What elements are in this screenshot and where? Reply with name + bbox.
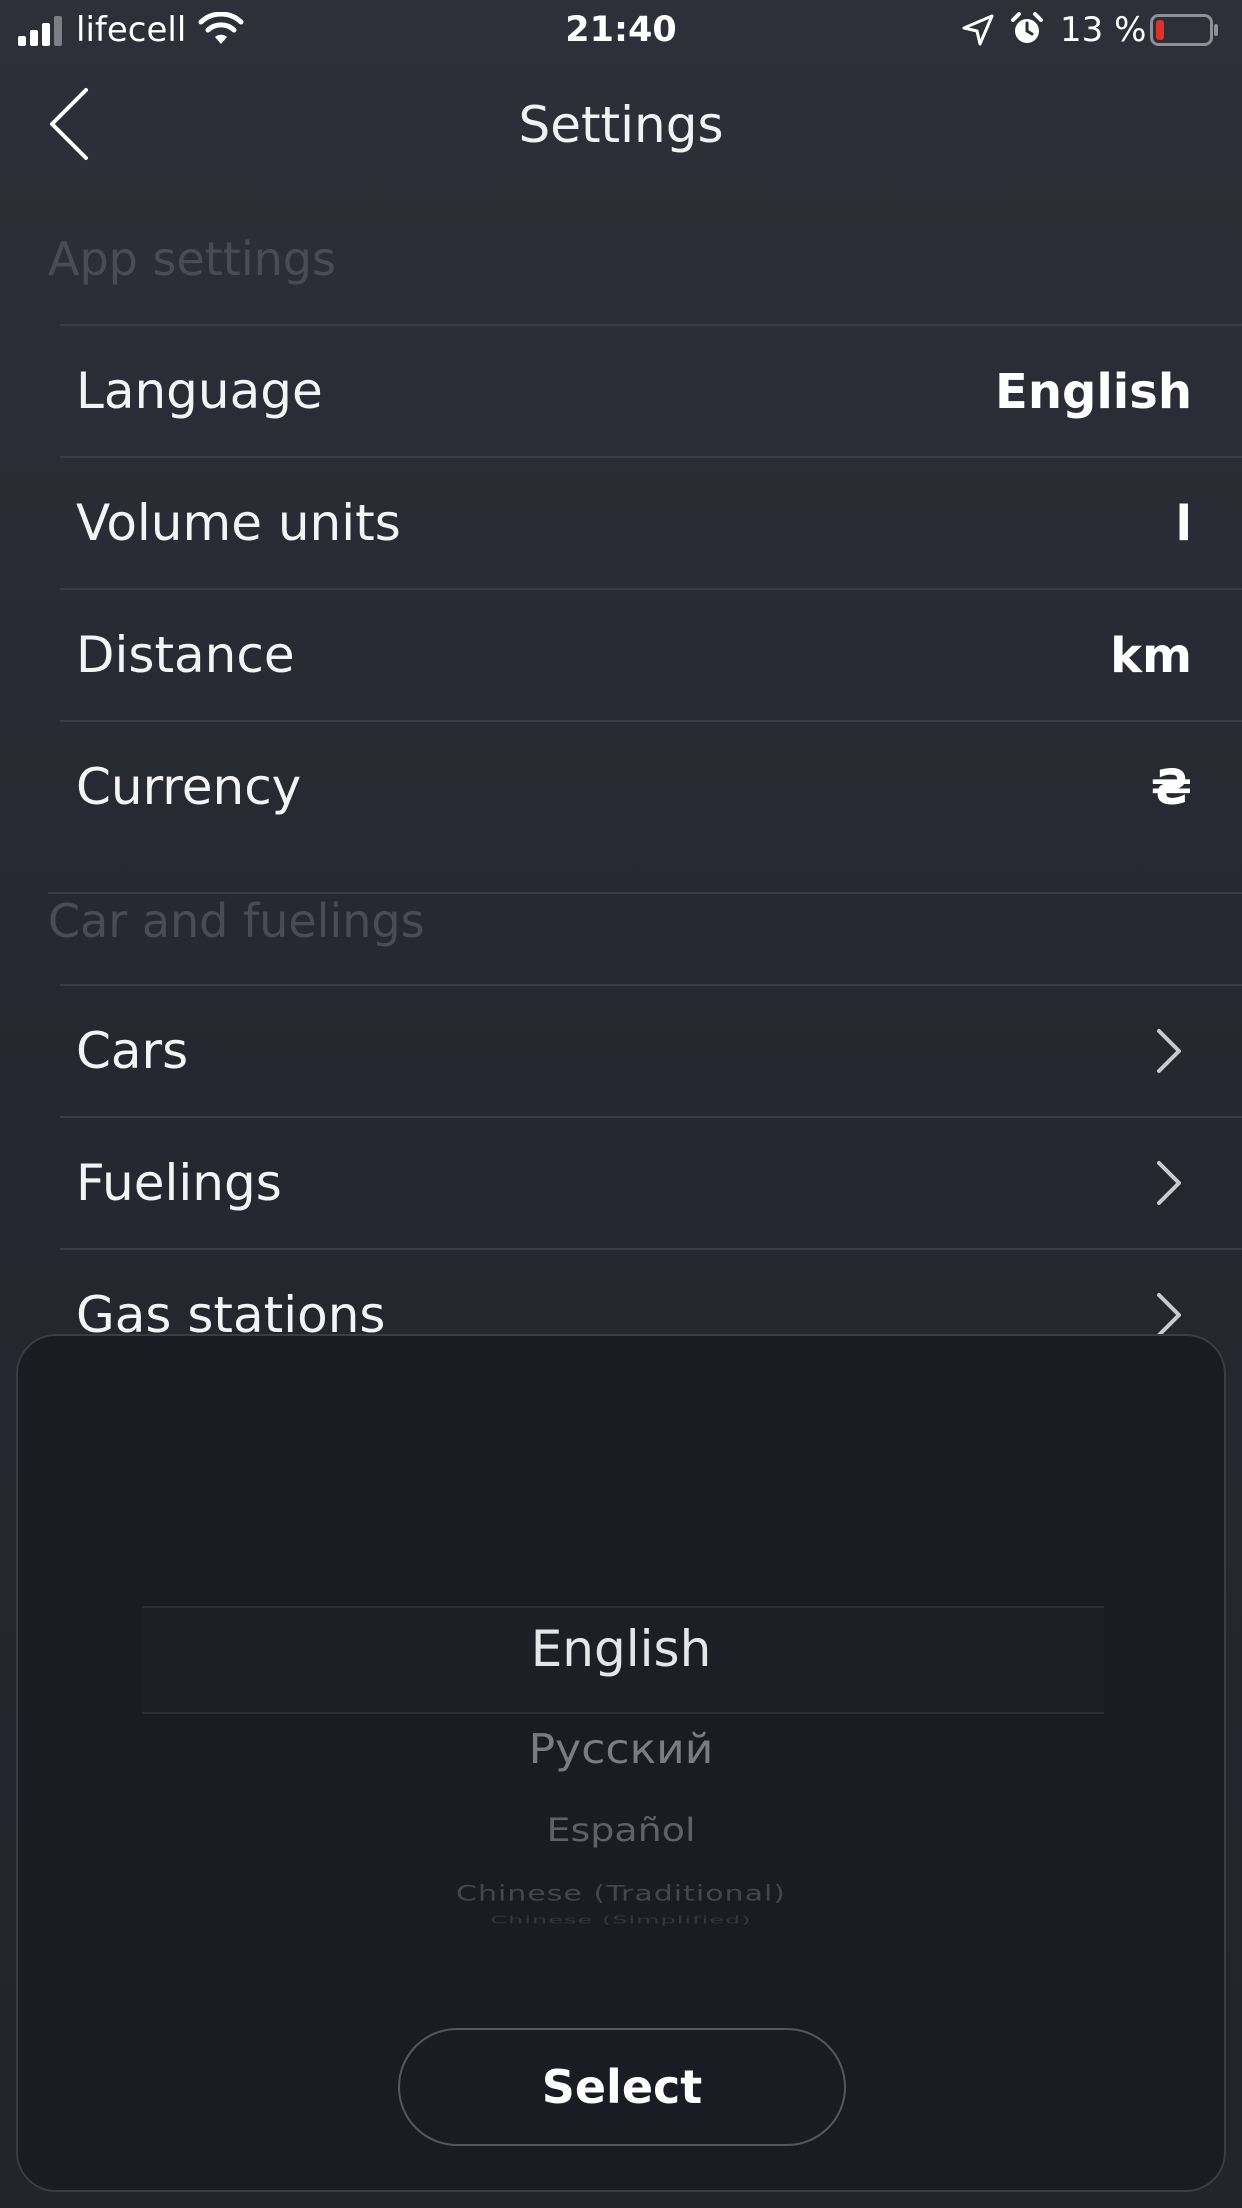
settings-row-distance[interactable]: Distance km — [60, 588, 1242, 722]
picker-option-selected[interactable]: English — [18, 1620, 1224, 1678]
settings-row-volume-units[interactable]: Volume units l — [60, 456, 1242, 590]
picker-divider — [142, 1712, 1104, 1714]
settings-screen: lifecell 21:40 13 % Settings App setting… — [0, 0, 1242, 2208]
row-value: English — [995, 364, 1192, 420]
location-icon — [962, 14, 994, 46]
section-header-car-and-fuelings: Car and fuelings — [48, 892, 1242, 948]
picker-option[interactable]: Español — [18, 1811, 1224, 1848]
picker-option[interactable]: Chinese (Simplified) — [18, 1914, 1224, 1927]
row-value: ₴ — [1150, 760, 1192, 816]
chevron-right-icon — [1157, 1161, 1181, 1205]
battery-percent: 13 % — [1060, 10, 1147, 50]
settings-row-currency[interactable]: Currency ₴ — [60, 720, 1242, 854]
picker-option[interactable]: Русский — [18, 1726, 1224, 1774]
row-label: Fuelings — [76, 1154, 282, 1212]
row-value: l — [1175, 496, 1192, 552]
row-label: Currency — [76, 758, 302, 816]
picker-option[interactable]: Chinese (Traditional) — [18, 1881, 1224, 1906]
chevron-right-icon — [1157, 1029, 1181, 1073]
section-header-app-settings: App settings — [48, 232, 336, 286]
alarm-icon — [1011, 12, 1043, 43]
row-label: Language — [76, 362, 323, 420]
language-picker-sheet: English Русский Español Chinese (Traditi… — [16, 1334, 1226, 2192]
select-button[interactable]: Select — [398, 2028, 846, 2146]
status-bar: lifecell 21:40 13 % — [0, 0, 1242, 62]
status-time: 21:40 — [565, 10, 677, 50]
settings-row-fuelings[interactable]: Fuelings — [60, 1116, 1242, 1250]
picker-divider — [142, 1606, 1104, 1608]
row-label: Volume units — [76, 494, 401, 552]
row-value: km — [1110, 628, 1192, 684]
chevron-right-icon — [1157, 1293, 1181, 1337]
settings-row-cars[interactable]: Cars — [60, 984, 1242, 1118]
row-label: Distance — [76, 626, 295, 684]
row-label: Cars — [76, 1022, 189, 1080]
page-title: Settings — [518, 96, 724, 154]
battery-icon — [1150, 14, 1218, 46]
settings-row-language[interactable]: Language English — [60, 324, 1242, 458]
